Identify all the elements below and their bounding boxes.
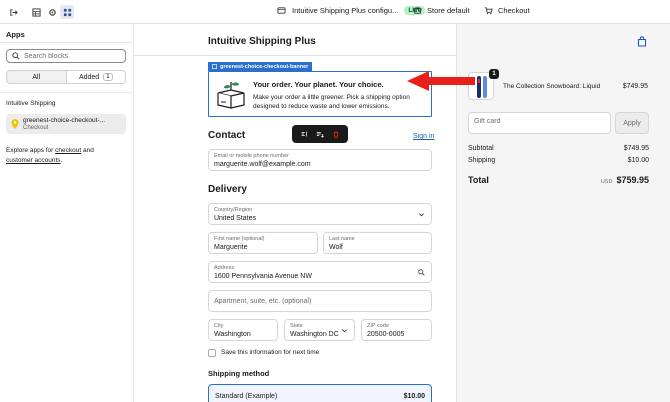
store-label: Store default: [427, 6, 470, 15]
block-toolbar: [292, 125, 348, 143]
zip-field[interactable]: ZIP code 20500-0005: [361, 319, 432, 341]
save-info-checkbox[interactable]: [208, 349, 216, 357]
total-row: Total USD $759.95: [468, 175, 649, 185]
gear-icon[interactable]: [45, 5, 59, 19]
explore-text: Explore apps for checkout and customer a…: [6, 147, 94, 164]
tab-all[interactable]: All: [7, 71, 66, 83]
cart-icon: [484, 7, 493, 15]
page-selector[interactable]: Checkout: [484, 6, 530, 15]
chevron-down-icon: [419, 213, 424, 217]
last-name-field[interactable]: Last name Wolf: [323, 232, 432, 254]
first-name-field[interactable]: First name (optional) Marguerite: [208, 232, 318, 254]
app-block-item[interactable]: greenest-choice-checkout-... Checkout: [6, 114, 126, 134]
tab-added[interactable]: Added 1: [65, 71, 125, 83]
location-pin-icon: [11, 119, 19, 129]
trash-icon[interactable]: [332, 130, 340, 138]
address-field[interactable]: Address 1600 Pennsylvania Avenue NW: [208, 261, 432, 283]
shipping-method-heading: Shipping method: [208, 369, 270, 378]
gift-card-field[interactable]: [468, 112, 611, 134]
sidebar: Apps All Added 1 Intuitive Shipping gree…: [0, 24, 134, 402]
sign-in-link[interactable]: Sign in: [413, 133, 434, 140]
layout-icon[interactable]: [29, 5, 43, 19]
plant-box-icon: [217, 82, 245, 109]
block-icon: [212, 64, 217, 69]
shipping-app-icon: [277, 7, 286, 14]
delivery-heading: Delivery: [208, 184, 247, 195]
store-selector[interactable]: Store default: [413, 6, 470, 15]
search-input[interactable]: [24, 52, 124, 60]
filter-tabs: All Added 1: [6, 70, 126, 84]
search-icon: [418, 269, 425, 276]
top-bar: Intuitive Shipping Plus configu... Live …: [0, 0, 670, 24]
app-config-selector[interactable]: Intuitive Shipping Plus configu... Live: [277, 6, 426, 15]
country-select[interactable]: Country/Region United States: [208, 203, 432, 225]
order-summary: 1 The Collection Snowboard: Liquid $749.…: [456, 24, 670, 402]
shopping-bag-icon[interactable]: [637, 36, 647, 47]
divider: [0, 42, 134, 43]
chevron-down-icon: [342, 329, 347, 333]
product-price: $749.95: [622, 83, 648, 90]
banner-title: Your order. Your planet. Your choice.: [253, 80, 384, 89]
checkout-link[interactable]: checkout: [55, 147, 81, 154]
shipping-row: Shipping $10.00: [468, 157, 649, 164]
move-up-icon[interactable]: [300, 130, 308, 138]
section-heading: Intuitive Shipping: [6, 100, 56, 107]
sidebar-title: Apps: [6, 30, 25, 39]
customer-accounts-link[interactable]: customer accounts: [6, 157, 61, 164]
shipping-option[interactable]: Standard (Example) $10.00: [208, 384, 432, 402]
search-box[interactable]: [6, 49, 126, 63]
currency-code: USD: [600, 179, 613, 185]
subtotal-row: Subtotal $749.95: [468, 145, 649, 152]
apply-button[interactable]: Apply: [615, 112, 649, 134]
added-count-badge: 1: [103, 73, 113, 81]
shipping-option-name: Standard (Example): [215, 393, 278, 400]
move-down-icon[interactable]: [316, 130, 324, 138]
state-select[interactable]: State Washington DC: [284, 319, 355, 341]
quantity-badge: 1: [489, 69, 499, 79]
store-title: Intuitive Shipping Plus: [208, 36, 316, 47]
product-name: The Collection Snowboard: Liquid: [503, 83, 601, 90]
search-icon: [12, 52, 20, 60]
shipping-option-price: $10.00: [403, 393, 425, 400]
store-icon: [413, 7, 422, 14]
app-block-name: greenest-choice-checkout-...: [23, 117, 106, 124]
greenest-choice-banner[interactable]: Your order. Your planet. Your choice. Ma…: [208, 71, 432, 117]
gift-card-input[interactable]: [474, 118, 604, 125]
app-block-location: Checkout: [23, 125, 49, 131]
block-tag: greenest-choice-checkout-banner: [208, 62, 313, 71]
email-field[interactable]: Email or mobile phone number marguerite.…: [208, 149, 432, 171]
page-label: Checkout: [498, 6, 530, 15]
apartment-field[interactable]: Apartment, suite, etc. (optional): [208, 290, 432, 312]
save-info-label: Save this information for next time: [221, 349, 320, 356]
city-field[interactable]: City Washington: [208, 319, 278, 341]
banner-text: Make your order a little greener. Pick a…: [253, 94, 410, 110]
app-config-name: Intuitive Shipping Plus configu...: [292, 6, 399, 15]
apps-icon[interactable]: [60, 5, 74, 19]
divider: [134, 55, 456, 56]
divider: [0, 92, 134, 93]
exit-icon[interactable]: [6, 5, 20, 19]
contact-heading: Contact: [208, 130, 246, 141]
annotation-arrow: [407, 71, 475, 91]
